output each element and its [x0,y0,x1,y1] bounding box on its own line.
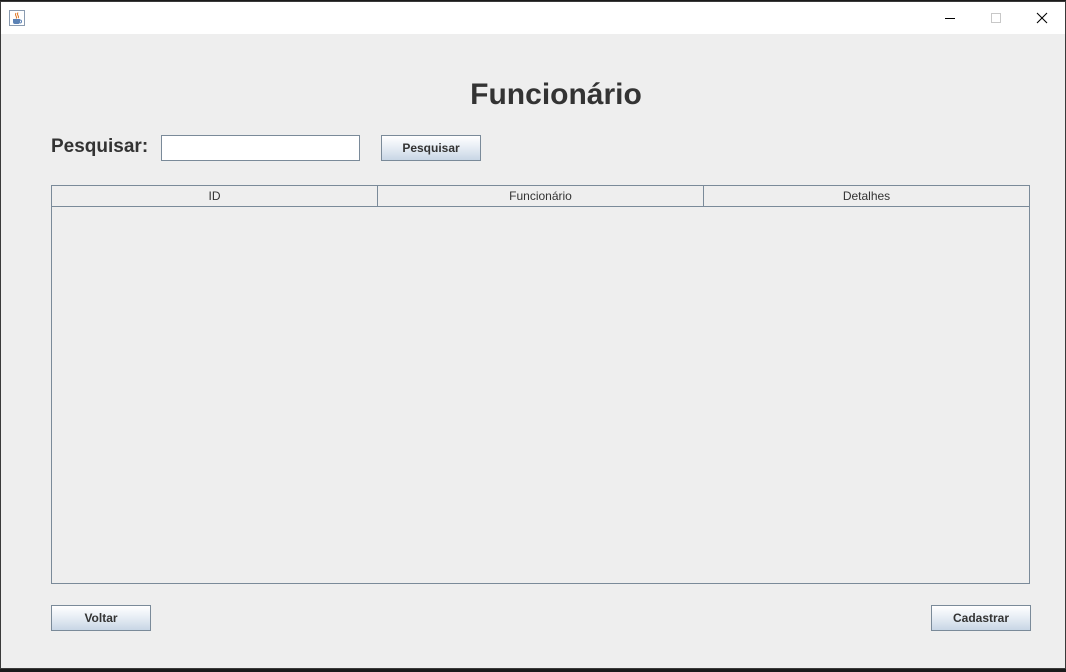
java-cup-icon [9,10,25,26]
employee-table[interactable]: ID Funcionário Detalhes [51,185,1030,584]
column-header-details[interactable]: Detalhes [704,186,1029,206]
search-button[interactable]: Pesquisar [381,135,481,161]
column-header-employee[interactable]: Funcionário [378,186,704,206]
application-window: Funcionário Pesquisar: Pesquisar ID Func… [0,1,1066,669]
column-header-id[interactable]: ID [52,186,378,206]
search-input[interactable] [161,135,360,161]
table-body[interactable] [52,207,1029,583]
minimize-icon [945,18,955,19]
close-button[interactable] [1019,2,1065,34]
table-header: ID Funcionário Detalhes [52,186,1029,207]
title-bar[interactable] [1,2,1065,34]
register-button[interactable]: Cadastrar [931,605,1031,631]
back-button[interactable]: Voltar [51,605,151,631]
maximize-icon [991,13,1001,23]
search-label: Pesquisar: [51,136,149,157]
minimize-button[interactable] [927,2,973,34]
page-title: Funcionário [470,78,642,111]
close-icon [1036,12,1048,24]
maximize-button[interactable] [973,2,1019,34]
